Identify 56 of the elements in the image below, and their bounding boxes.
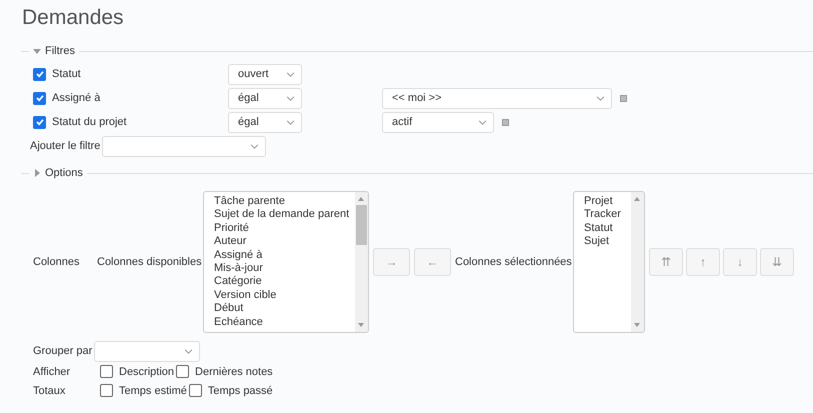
- list-option[interactable]: Sujet de la demande parent: [214, 208, 355, 222]
- checkbox[interactable]: [33, 92, 46, 104]
- option-label: Totaux: [33, 384, 66, 396]
- list-option[interactable]: Catégorie: [214, 275, 355, 289]
- checkbox[interactable]: [33, 68, 46, 80]
- checkbox[interactable]: [100, 365, 113, 378]
- triangle-down-icon[interactable]: [33, 47, 41, 55]
- checkbox-label: Temps estimé: [119, 384, 187, 396]
- chevron-down-icon: [250, 144, 260, 148]
- group-by-label: Grouper par: [33, 345, 92, 357]
- list-option[interactable]: Assigné à: [214, 248, 355, 262]
- chevron-down-icon: [286, 96, 295, 100]
- scrollbar[interactable]: [355, 192, 368, 332]
- value-select[interactable]: << moi >>: [382, 88, 612, 108]
- selected-columns-list[interactable]: Projet Tracker Statut Sujet: [573, 191, 645, 333]
- add-filter-label: Ajouter le filtre: [30, 140, 100, 152]
- columns-label: Colonnes: [33, 256, 80, 268]
- checkbox[interactable]: [176, 365, 190, 378]
- checkbox[interactable]: [100, 384, 113, 397]
- filter-label: Statut: [52, 68, 81, 80]
- section-legend[interactable]: Filtres: [45, 45, 75, 57]
- option-label: Afficher: [33, 366, 72, 378]
- list-option[interactable]: Tracker: [584, 208, 631, 222]
- triangle-right-icon[interactable]: [33, 169, 41, 177]
- chevron-down-icon: [596, 96, 605, 100]
- filter-label: Statut du projet: [52, 116, 127, 128]
- operator-select[interactable]: égal: [228, 88, 302, 108]
- chevron-down-icon: [184, 348, 194, 354]
- available-columns-label: Colonnes disponibles: [97, 256, 203, 268]
- list-option[interactable]: Priorité: [214, 222, 355, 236]
- filter-label: Assigné à: [52, 92, 100, 104]
- operator-select[interactable]: ouvert: [228, 64, 302, 84]
- list-option[interactable]: Projet: [584, 195, 631, 208]
- list-option[interactable]: Statut: [584, 222, 631, 236]
- available-columns-list[interactable]: Tâche parente Sujet de la demande parent Priorité Auteur Assigné à Mis-à-jour Catégorie Version cible Début Echéance: [203, 191, 369, 333]
- checkbox-label: Description: [119, 366, 174, 378]
- list-option[interactable]: Début: [214, 302, 355, 316]
- chevron-down-icon: [478, 120, 487, 124]
- list-option[interactable]: Auteur: [214, 235, 355, 249]
- page-title: Demandes: [22, 6, 125, 31]
- checkbox[interactable]: [33, 116, 46, 128]
- value-select[interactable]: actif: [382, 112, 494, 132]
- list-option[interactable]: Tâche parente: [214, 195, 355, 208]
- list-option[interactable]: Echéance: [214, 316, 355, 330]
- section-legend[interactable]: Options: [45, 167, 83, 179]
- list-option[interactable]: Sujet: [584, 235, 631, 249]
- scrollbar[interactable]: [631, 192, 644, 332]
- operator-select[interactable]: égal: [228, 112, 302, 132]
- list-option[interactable]: Mis-à-jour: [214, 262, 355, 276]
- checkbox-label: Dernières notes: [195, 366, 273, 378]
- checkbox[interactable]: [188, 384, 202, 397]
- checkbox-label: Temps passé: [208, 384, 273, 396]
- list-option[interactable]: Version cible: [214, 288, 355, 302]
- selected-columns-label: Colonnes sélectionnées: [455, 256, 573, 268]
- chevron-down-icon: [286, 120, 295, 124]
- chevron-down-icon: [286, 72, 295, 76]
